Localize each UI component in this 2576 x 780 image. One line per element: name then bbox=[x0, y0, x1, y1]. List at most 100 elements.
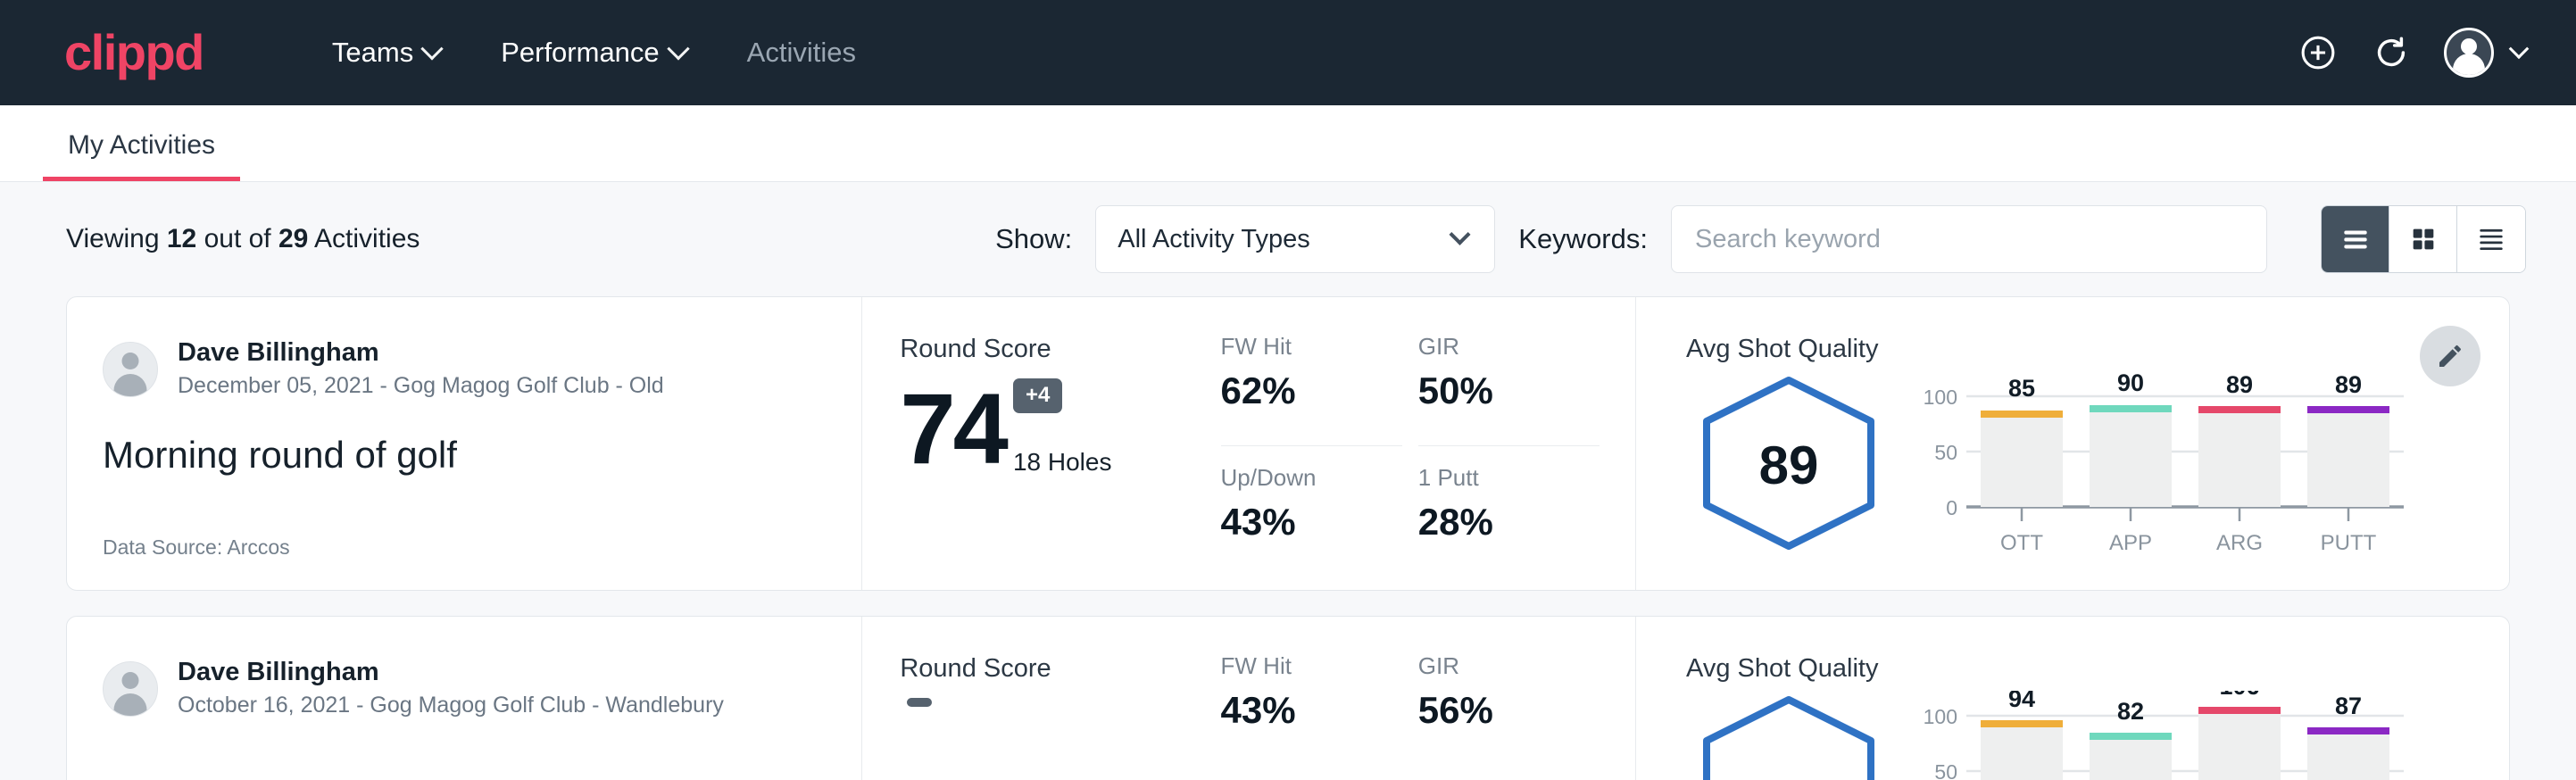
activity-author: Dave Billingham October 16, 2021 - Gog M… bbox=[103, 656, 826, 721]
quality-hexagon bbox=[1686, 691, 1891, 780]
grid-view-icon bbox=[2408, 224, 2439, 254]
activity-author: Dave Billingham December 05, 2021 - Gog … bbox=[103, 336, 826, 402]
chevron-down-icon bbox=[420, 37, 443, 60]
stat-value: 43% bbox=[1221, 692, 1402, 729]
activity-type-select[interactable]: All Activity Types bbox=[1095, 205, 1495, 273]
svg-text:50: 50 bbox=[1934, 441, 1957, 464]
clippd-logo[interactable]: clippd bbox=[64, 28, 204, 78]
primary-nav: Teams Performance Activities bbox=[302, 28, 2298, 78]
activity-title: Morning round of golf bbox=[103, 434, 826, 477]
viewing-count: 12 bbox=[167, 224, 196, 253]
stat-label: 1 Putt bbox=[1418, 466, 1600, 489]
tab-bar: My Activities bbox=[0, 105, 2576, 182]
svg-text:100: 100 bbox=[1924, 705, 1957, 728]
nav-item-performance[interactable]: Performance bbox=[470, 28, 716, 78]
bar-chart-svg: 100 50 0 94 OTT 82 APP bbox=[1911, 691, 2411, 780]
activity-type-value: All Activity Types bbox=[1118, 225, 1309, 254]
avg-shot-quality-label: Avg Shot Quality bbox=[1686, 336, 2411, 362]
avatar bbox=[103, 661, 158, 717]
top-navigation-bar: clippd Teams Performance Activities bbox=[0, 0, 2576, 105]
round-score-value-row bbox=[900, 698, 1220, 780]
stat-value: 28% bbox=[1418, 503, 1600, 541]
view-mode-toggle bbox=[2321, 205, 2526, 273]
view-mode-list-button[interactable] bbox=[2322, 206, 2389, 272]
stat-label: Up/Down bbox=[1221, 466, 1402, 489]
account-menu[interactable] bbox=[2444, 28, 2526, 78]
svg-text:50: 50 bbox=[1934, 760, 1957, 780]
svg-text:APP: APP bbox=[2109, 531, 2152, 555]
activity-card[interactable]: Dave Billingham December 05, 2021 - Gog … bbox=[66, 296, 2510, 591]
svg-text:ARG: ARG bbox=[2216, 531, 2263, 555]
filter-bar: Viewing 12 out of 29 Activities Show: Al… bbox=[0, 182, 2576, 296]
bar-chart-svg: 100 50 0 85 OTT 90 APP bbox=[1911, 371, 2411, 563]
quality-score-value: 89 bbox=[1686, 371, 1891, 560]
stat-gir: GIR 50% bbox=[1418, 335, 1600, 446]
chevron-down-icon bbox=[667, 37, 689, 60]
nav-item-label: Activities bbox=[747, 37, 856, 69]
svg-text:OTT: OTT bbox=[2000, 531, 2043, 555]
shot-quality-bar-chart: 100 50 0 85 OTT 90 APP bbox=[1911, 371, 2411, 568]
list-view-icon bbox=[2339, 222, 2372, 256]
round-score-column: Round Score bbox=[862, 617, 1220, 780]
author-name: Dave Billingham bbox=[178, 656, 724, 688]
activity-card[interactable]: Dave Billingham October 16, 2021 - Gog M… bbox=[66, 616, 2510, 780]
round-score-value-row: 74 +4 18 Holes bbox=[900, 378, 1220, 477]
search-input[interactable] bbox=[1671, 205, 2267, 273]
activity-meta: October 16, 2021 - Gog Magog Golf Club -… bbox=[178, 691, 724, 721]
svg-text:94: 94 bbox=[2008, 691, 2035, 712]
quality-score-value bbox=[1686, 691, 1891, 780]
stat-value: 62% bbox=[1221, 372, 1402, 410]
nav-item-teams[interactable]: Teams bbox=[302, 28, 470, 78]
tab-my-activities[interactable]: My Activities bbox=[43, 132, 240, 181]
nav-item-label: Teams bbox=[332, 37, 413, 69]
svg-text:89: 89 bbox=[2226, 371, 2253, 398]
stat-value: 50% bbox=[1418, 372, 1600, 410]
svg-text:106: 106 bbox=[2219, 691, 2259, 700]
viewing-count-text: Viewing 12 out of 29 Activities bbox=[66, 224, 420, 254]
svg-text:PUTT: PUTT bbox=[2321, 531, 2377, 555]
stats-grid: FW Hit 62% GIR 50% Up/Down 43% 1 Putt 28… bbox=[1221, 297, 1636, 590]
stat-value: 43% bbox=[1221, 503, 1402, 541]
score-to-par-badge: +4 bbox=[1013, 378, 1062, 413]
viewing-suffix: Activities bbox=[308, 224, 420, 253]
svg-text:0: 0 bbox=[1946, 496, 1957, 519]
stat-fw-hit: FW Hit 43% bbox=[1221, 654, 1402, 780]
stat-fw-hit: FW Hit 62% bbox=[1221, 335, 1402, 446]
viewing-prefix: Viewing bbox=[66, 224, 167, 253]
round-score-value: 74 bbox=[900, 382, 1006, 477]
nav-actions bbox=[2298, 28, 2526, 78]
shot-quality-bar-chart: 100 50 0 94 OTT 82 APP bbox=[1911, 691, 2411, 780]
compact-view-icon bbox=[2474, 222, 2508, 256]
view-mode-grid-button[interactable] bbox=[2389, 206, 2457, 272]
viewing-total: 29 bbox=[278, 224, 308, 253]
avg-shot-quality-column: Avg Shot Quality 100 50 0 bbox=[1636, 617, 2509, 780]
author-name: Dave Billingham bbox=[178, 336, 664, 369]
filter-controls: Show: All Activity Types Keywords: bbox=[420, 205, 2526, 273]
svg-text:89: 89 bbox=[2335, 371, 2362, 398]
chevron-down-icon bbox=[1450, 223, 1471, 245]
round-score-column: Round Score 74 +4 18 Holes bbox=[862, 297, 1220, 590]
svg-text:82: 82 bbox=[2117, 698, 2144, 725]
tab-label: My Activities bbox=[68, 130, 215, 160]
edit-activity-button[interactable] bbox=[2420, 326, 2480, 386]
show-label: Show: bbox=[995, 223, 1072, 255]
account-avatar-icon bbox=[2444, 28, 2494, 78]
stat-one-putt: 1 Putt 28% bbox=[1418, 446, 1600, 560]
round-score-label: Round Score bbox=[900, 336, 1220, 362]
avg-shot-quality-label: Avg Shot Quality bbox=[1686, 656, 2411, 682]
svg-text:87: 87 bbox=[2335, 693, 2362, 719]
activity-info-column: Dave Billingham October 16, 2021 - Gog M… bbox=[67, 617, 862, 780]
activity-info-column: Dave Billingham December 05, 2021 - Gog … bbox=[67, 297, 862, 590]
quality-hexagon: 89 bbox=[1686, 371, 1891, 560]
svg-text:85: 85 bbox=[2008, 375, 2035, 402]
data-source-label: Data Source: Arccos bbox=[103, 535, 826, 560]
stat-label: FW Hit bbox=[1221, 335, 1402, 358]
refresh-icon[interactable] bbox=[2371, 32, 2412, 73]
plus-circle-icon[interactable] bbox=[2298, 32, 2339, 73]
activity-card-list: Dave Billingham December 05, 2021 - Gog … bbox=[0, 296, 2576, 780]
avg-shot-quality-column: Avg Shot Quality 89 100 bbox=[1636, 297, 2509, 590]
keywords-label: Keywords: bbox=[1518, 223, 1648, 255]
svg-text:90: 90 bbox=[2117, 371, 2144, 396]
view-mode-compact-button[interactable] bbox=[2457, 206, 2525, 272]
nav-item-activities[interactable]: Activities bbox=[717, 28, 886, 78]
